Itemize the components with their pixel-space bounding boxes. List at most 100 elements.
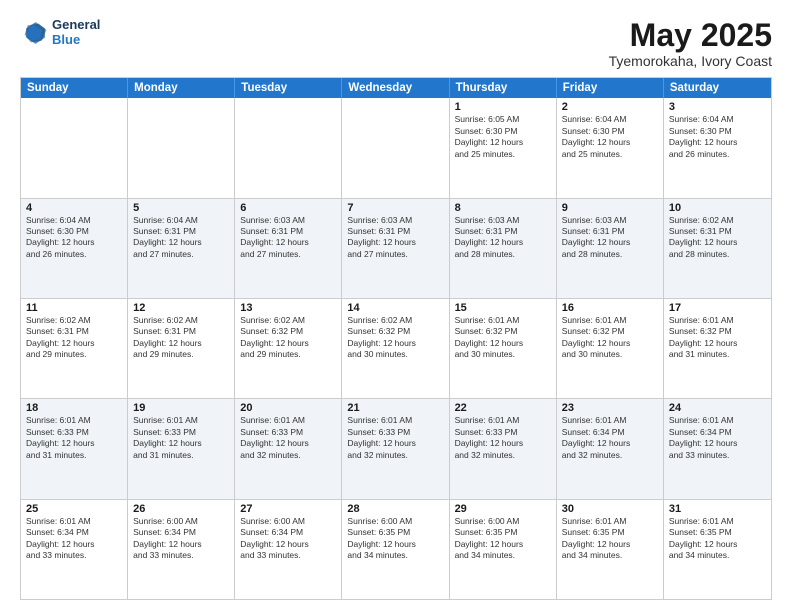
day-number: 21 (347, 402, 443, 414)
calendar-row: 18Sunrise: 6:01 AM Sunset: 6:33 PM Dayli… (21, 399, 771, 499)
calendar-cell: 11Sunrise: 6:02 AM Sunset: 6:31 PM Dayli… (21, 299, 128, 398)
calendar-cell: 23Sunrise: 6:01 AM Sunset: 6:34 PM Dayli… (557, 399, 664, 498)
calendar-cell: 30Sunrise: 6:01 AM Sunset: 6:35 PM Dayli… (557, 500, 664, 599)
cell-info: Sunrise: 6:04 AM Sunset: 6:30 PM Dayligh… (669, 114, 766, 160)
calendar-cell: 20Sunrise: 6:01 AM Sunset: 6:33 PM Dayli… (235, 399, 342, 498)
calendar-row: 4Sunrise: 6:04 AM Sunset: 6:30 PM Daylig… (21, 199, 771, 299)
calendar-cell: 2Sunrise: 6:04 AM Sunset: 6:30 PM Daylig… (557, 98, 664, 197)
weekday-header: Sunday (21, 78, 128, 98)
cell-info: Sunrise: 6:04 AM Sunset: 6:30 PM Dayligh… (562, 114, 658, 160)
calendar-cell: 5Sunrise: 6:04 AM Sunset: 6:31 PM Daylig… (128, 199, 235, 298)
day-number: 25 (26, 503, 122, 515)
cell-info: Sunrise: 6:01 AM Sunset: 6:34 PM Dayligh… (669, 415, 766, 461)
calendar-cell: 1Sunrise: 6:05 AM Sunset: 6:30 PM Daylig… (450, 98, 557, 197)
main-title: May 2025 (609, 18, 772, 53)
cell-info: Sunrise: 6:04 AM Sunset: 6:31 PM Dayligh… (133, 215, 229, 261)
calendar-cell: 29Sunrise: 6:00 AM Sunset: 6:35 PM Dayli… (450, 500, 557, 599)
weekday-header: Monday (128, 78, 235, 98)
cell-info: Sunrise: 6:02 AM Sunset: 6:31 PM Dayligh… (26, 315, 122, 361)
cell-info: Sunrise: 6:01 AM Sunset: 6:33 PM Dayligh… (240, 415, 336, 461)
cell-info: Sunrise: 6:02 AM Sunset: 6:32 PM Dayligh… (240, 315, 336, 361)
cell-info: Sunrise: 6:00 AM Sunset: 6:34 PM Dayligh… (133, 516, 229, 562)
day-number: 23 (562, 402, 658, 414)
day-number: 22 (455, 402, 551, 414)
calendar-cell: 3Sunrise: 6:04 AM Sunset: 6:30 PM Daylig… (664, 98, 771, 197)
calendar-cell: 7Sunrise: 6:03 AM Sunset: 6:31 PM Daylig… (342, 199, 449, 298)
weekday-header: Friday (557, 78, 664, 98)
cell-info: Sunrise: 6:01 AM Sunset: 6:33 PM Dayligh… (455, 415, 551, 461)
cell-info: Sunrise: 6:05 AM Sunset: 6:30 PM Dayligh… (455, 114, 551, 160)
calendar-cell: 19Sunrise: 6:01 AM Sunset: 6:33 PM Dayli… (128, 399, 235, 498)
calendar-cell: 14Sunrise: 6:02 AM Sunset: 6:32 PM Dayli… (342, 299, 449, 398)
day-number: 29 (455, 503, 551, 515)
day-number: 18 (26, 402, 122, 414)
cell-info: Sunrise: 6:03 AM Sunset: 6:31 PM Dayligh… (455, 215, 551, 261)
calendar-cell (21, 98, 128, 197)
day-number: 19 (133, 402, 229, 414)
logo-text: General Blue (52, 18, 100, 48)
day-number: 16 (562, 302, 658, 314)
cell-info: Sunrise: 6:01 AM Sunset: 6:32 PM Dayligh… (669, 315, 766, 361)
calendar-cell: 24Sunrise: 6:01 AM Sunset: 6:34 PM Dayli… (664, 399, 771, 498)
day-number: 28 (347, 503, 443, 515)
day-number: 15 (455, 302, 551, 314)
calendar-cell: 21Sunrise: 6:01 AM Sunset: 6:33 PM Dayli… (342, 399, 449, 498)
calendar-cell: 15Sunrise: 6:01 AM Sunset: 6:32 PM Dayli… (450, 299, 557, 398)
calendar-cell: 13Sunrise: 6:02 AM Sunset: 6:32 PM Dayli… (235, 299, 342, 398)
cell-info: Sunrise: 6:02 AM Sunset: 6:31 PM Dayligh… (669, 215, 766, 261)
day-number: 2 (562, 101, 658, 113)
weekday-header: Saturday (664, 78, 771, 98)
day-number: 4 (26, 202, 122, 214)
weekday-header: Thursday (450, 78, 557, 98)
calendar-cell: 31Sunrise: 6:01 AM Sunset: 6:35 PM Dayli… (664, 500, 771, 599)
day-number: 8 (455, 202, 551, 214)
logo-icon (20, 19, 48, 47)
cell-info: Sunrise: 6:03 AM Sunset: 6:31 PM Dayligh… (347, 215, 443, 261)
cell-info: Sunrise: 6:01 AM Sunset: 6:33 PM Dayligh… (26, 415, 122, 461)
cell-info: Sunrise: 6:01 AM Sunset: 6:33 PM Dayligh… (347, 415, 443, 461)
calendar-cell: 6Sunrise: 6:03 AM Sunset: 6:31 PM Daylig… (235, 199, 342, 298)
cell-info: Sunrise: 6:03 AM Sunset: 6:31 PM Dayligh… (562, 215, 658, 261)
calendar-cell: 8Sunrise: 6:03 AM Sunset: 6:31 PM Daylig… (450, 199, 557, 298)
calendar-cell: 28Sunrise: 6:00 AM Sunset: 6:35 PM Dayli… (342, 500, 449, 599)
day-number: 6 (240, 202, 336, 214)
weekday-header: Wednesday (342, 78, 449, 98)
header: General Blue May 2025 Tyemorokaha, Ivory… (20, 18, 772, 69)
calendar-cell: 16Sunrise: 6:01 AM Sunset: 6:32 PM Dayli… (557, 299, 664, 398)
day-number: 7 (347, 202, 443, 214)
day-number: 14 (347, 302, 443, 314)
calendar-cell: 12Sunrise: 6:02 AM Sunset: 6:31 PM Dayli… (128, 299, 235, 398)
calendar-cell: 26Sunrise: 6:00 AM Sunset: 6:34 PM Dayli… (128, 500, 235, 599)
calendar-row: 25Sunrise: 6:01 AM Sunset: 6:34 PM Dayli… (21, 500, 771, 599)
cell-info: Sunrise: 6:03 AM Sunset: 6:31 PM Dayligh… (240, 215, 336, 261)
cell-info: Sunrise: 6:02 AM Sunset: 6:31 PM Dayligh… (133, 315, 229, 361)
calendar: SundayMondayTuesdayWednesdayThursdayFrid… (20, 77, 772, 600)
calendar-cell (235, 98, 342, 197)
day-number: 26 (133, 503, 229, 515)
day-number: 20 (240, 402, 336, 414)
page: General Blue May 2025 Tyemorokaha, Ivory… (0, 0, 792, 612)
cell-info: Sunrise: 6:01 AM Sunset: 6:32 PM Dayligh… (455, 315, 551, 361)
calendar-cell: 18Sunrise: 6:01 AM Sunset: 6:33 PM Dayli… (21, 399, 128, 498)
cell-info: Sunrise: 6:01 AM Sunset: 6:34 PM Dayligh… (562, 415, 658, 461)
day-number: 24 (669, 402, 766, 414)
day-number: 27 (240, 503, 336, 515)
logo: General Blue (20, 18, 100, 48)
weekday-header: Tuesday (235, 78, 342, 98)
calendar-cell: 27Sunrise: 6:00 AM Sunset: 6:34 PM Dayli… (235, 500, 342, 599)
calendar-cell (128, 98, 235, 197)
day-number: 12 (133, 302, 229, 314)
calendar-cell: 25Sunrise: 6:01 AM Sunset: 6:34 PM Dayli… (21, 500, 128, 599)
calendar-body: 1Sunrise: 6:05 AM Sunset: 6:30 PM Daylig… (21, 98, 771, 599)
day-number: 30 (562, 503, 658, 515)
cell-info: Sunrise: 6:00 AM Sunset: 6:35 PM Dayligh… (455, 516, 551, 562)
calendar-cell: 10Sunrise: 6:02 AM Sunset: 6:31 PM Dayli… (664, 199, 771, 298)
day-number: 10 (669, 202, 766, 214)
cell-info: Sunrise: 6:00 AM Sunset: 6:35 PM Dayligh… (347, 516, 443, 562)
calendar-row: 1Sunrise: 6:05 AM Sunset: 6:30 PM Daylig… (21, 98, 771, 198)
day-number: 9 (562, 202, 658, 214)
title-block: May 2025 Tyemorokaha, Ivory Coast (609, 18, 772, 69)
day-number: 11 (26, 302, 122, 314)
cell-info: Sunrise: 6:00 AM Sunset: 6:34 PM Dayligh… (240, 516, 336, 562)
cell-info: Sunrise: 6:01 AM Sunset: 6:35 PM Dayligh… (669, 516, 766, 562)
